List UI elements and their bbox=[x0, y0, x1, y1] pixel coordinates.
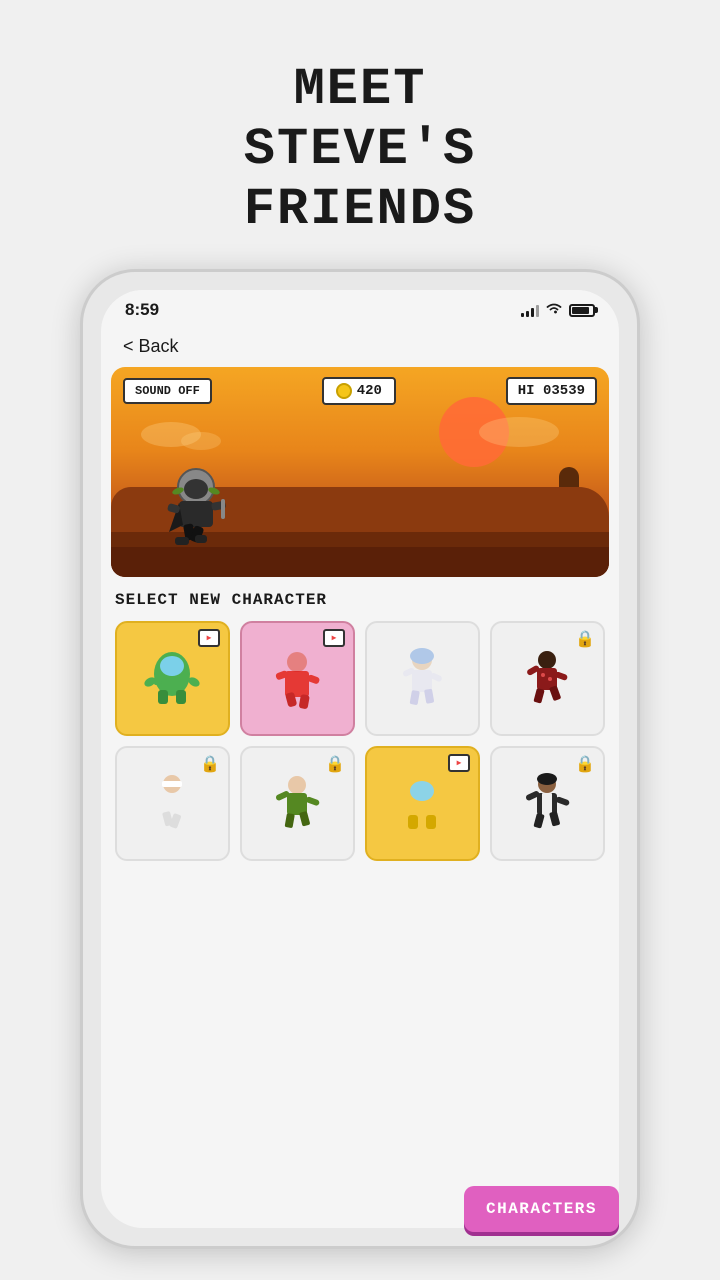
status-time: 8:59 bbox=[125, 300, 159, 320]
char-card-1[interactable] bbox=[115, 621, 230, 736]
char-card-8[interactable]: 🔒 bbox=[490, 746, 605, 861]
coin-count: 420 bbox=[357, 383, 382, 399]
banner-hud: SOUND OFF 420 HI 03539 bbox=[111, 377, 609, 405]
banner-character bbox=[161, 467, 231, 547]
title-line2: STEVE'S bbox=[244, 120, 476, 180]
tv-badge-2 bbox=[323, 629, 345, 647]
char-card-4[interactable]: 🔒 bbox=[490, 621, 605, 736]
game-banner: SOUND OFF 420 HI 03539 bbox=[111, 367, 609, 577]
coin-icon bbox=[336, 383, 352, 399]
tv-badge-1 bbox=[198, 629, 220, 647]
char-card-6[interactable]: 🔒 bbox=[240, 746, 355, 861]
character-sprite bbox=[161, 467, 231, 547]
status-icons bbox=[521, 301, 595, 320]
title-line3: FRIENDS bbox=[244, 180, 476, 240]
section-title: SELECT NEW CHARACTER bbox=[115, 591, 605, 609]
character-grid: 🔒 bbox=[115, 621, 605, 861]
wifi-icon bbox=[545, 301, 563, 320]
status-bar: 8:59 bbox=[101, 290, 619, 326]
ground-front bbox=[111, 547, 609, 577]
back-button[interactable]: < Back bbox=[101, 326, 619, 367]
char-card-2[interactable] bbox=[240, 621, 355, 736]
char-sprite-3 bbox=[367, 623, 478, 734]
char-card-3[interactable] bbox=[365, 621, 480, 736]
coins-display: 420 bbox=[322, 377, 396, 405]
cloud2 bbox=[181, 432, 221, 450]
characters-button[interactable]: CHARACTERS bbox=[464, 1186, 619, 1228]
battery-icon bbox=[569, 304, 595, 317]
tv-badge-7 bbox=[448, 754, 470, 772]
hi-score: HI 03539 bbox=[506, 377, 597, 405]
cloud3 bbox=[479, 417, 559, 447]
char-card-7[interactable] bbox=[365, 746, 480, 861]
lock-icon-5: 🔒 bbox=[200, 754, 220, 774]
character-select-area: SELECT NEW CHARACTER bbox=[101, 577, 619, 1228]
lock-icon-8: 🔒 bbox=[575, 754, 595, 774]
title-area: MEET STEVE'S FRIENDS bbox=[244, 60, 476, 239]
phone-frame: 8:59 bbox=[80, 269, 640, 1249]
sound-button[interactable]: SOUND OFF bbox=[123, 378, 212, 404]
title-line1: MEET bbox=[244, 60, 476, 120]
phone-screen: 8:59 bbox=[101, 290, 619, 1228]
signal-icon bbox=[521, 303, 539, 317]
lock-icon-4: 🔒 bbox=[575, 629, 595, 649]
lock-icon-6: 🔒 bbox=[325, 754, 345, 774]
char-card-5[interactable]: 🔒 bbox=[115, 746, 230, 861]
